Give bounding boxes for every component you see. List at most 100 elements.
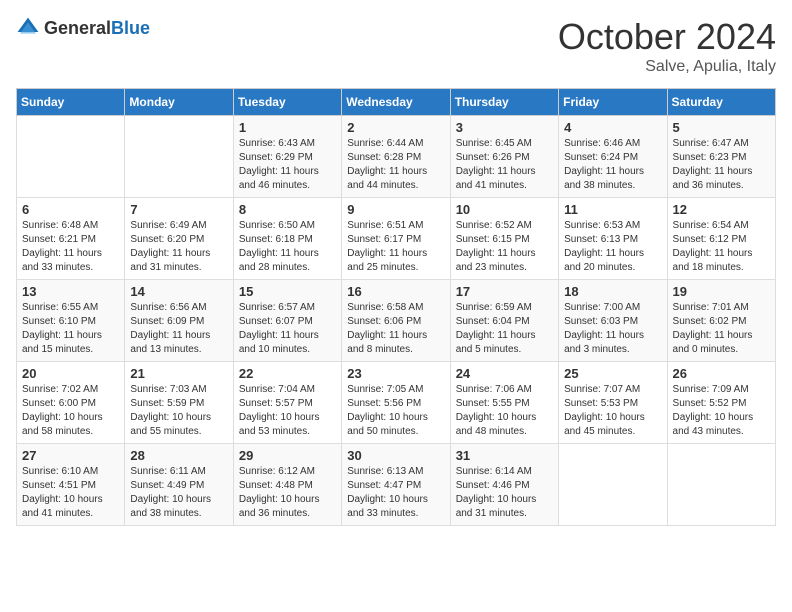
- logo-text: GeneralBlue: [44, 18, 150, 39]
- cell-content: Sunrise: 6:53 AM Sunset: 6:13 PM Dayligh…: [564, 219, 661, 275]
- cell-content: Sunrise: 6:44 AM Sunset: 6:28 PM Dayligh…: [347, 137, 444, 193]
- day-number: 9: [347, 202, 444, 217]
- day-header-sunday: Sunday: [17, 89, 125, 116]
- day-number: 3: [456, 120, 553, 135]
- title-block: October 2024 Salve, Apulia, Italy: [558, 16, 776, 76]
- calendar-cell: 12 Sunrise: 6:54 AM Sunset: 6:12 PM Dayli…: [667, 198, 775, 280]
- cell-content: Sunrise: 7:02 AM Sunset: 6:00 PM Dayligh…: [22, 383, 119, 439]
- calendar-cell: 25 Sunrise: 7:07 AM Sunset: 5:53 PM Dayli…: [559, 362, 667, 444]
- day-number: 15: [239, 284, 336, 299]
- day-header-monday: Monday: [125, 89, 233, 116]
- calendar-cell: 10 Sunrise: 6:52 AM Sunset: 6:15 PM Dayli…: [450, 198, 558, 280]
- cell-content: Sunrise: 6:56 AM Sunset: 6:09 PM Dayligh…: [130, 301, 227, 357]
- cell-content: Sunrise: 6:49 AM Sunset: 6:20 PM Dayligh…: [130, 219, 227, 275]
- cell-content: Sunrise: 7:04 AM Sunset: 5:57 PM Dayligh…: [239, 383, 336, 439]
- cell-content: Sunrise: 6:48 AM Sunset: 6:21 PM Dayligh…: [22, 219, 119, 275]
- calendar-cell: 15 Sunrise: 6:57 AM Sunset: 6:07 PM Dayli…: [233, 280, 341, 362]
- day-number: 17: [456, 284, 553, 299]
- day-number: 14: [130, 284, 227, 299]
- cell-content: Sunrise: 6:57 AM Sunset: 6:07 PM Dayligh…: [239, 301, 336, 357]
- day-number: 16: [347, 284, 444, 299]
- day-header-saturday: Saturday: [667, 89, 775, 116]
- calendar-cell: 9Sunrise: 6:51 AM Sunset: 6:17 PM Daylig…: [342, 198, 450, 280]
- logo-general: General: [44, 18, 111, 38]
- calendar-cell: [125, 116, 233, 198]
- cell-content: Sunrise: 6:11 AM Sunset: 4:49 PM Dayligh…: [130, 465, 227, 521]
- calendar-cell: [17, 116, 125, 198]
- location-title: Salve, Apulia, Italy: [558, 58, 776, 76]
- calendar-cell: 21 Sunrise: 7:03 AM Sunset: 5:59 PM Dayli…: [125, 362, 233, 444]
- cell-content: Sunrise: 7:06 AM Sunset: 5:55 PM Dayligh…: [456, 383, 553, 439]
- day-number: 19: [673, 284, 770, 299]
- calendar-week-1: 1Sunrise: 6:43 AM Sunset: 6:29 PM Daylig…: [17, 116, 776, 198]
- calendar-cell: [667, 444, 775, 526]
- day-number: 11: [564, 202, 661, 217]
- calendar-week-4: 20 Sunrise: 7:02 AM Sunset: 6:00 PM Dayli…: [17, 362, 776, 444]
- day-number: 31: [456, 448, 553, 463]
- day-number: 5: [673, 120, 770, 135]
- day-number: 24: [456, 366, 553, 381]
- day-number: 13: [22, 284, 119, 299]
- day-number: 8: [239, 202, 336, 217]
- day-number: 27: [22, 448, 119, 463]
- day-number: 7: [130, 202, 227, 217]
- cell-content: Sunrise: 7:03 AM Sunset: 5:59 PM Dayligh…: [130, 383, 227, 439]
- page-header: GeneralBlue October 2024 Salve, Apulia, …: [16, 16, 776, 76]
- cell-content: Sunrise: 6:52 AM Sunset: 6:15 PM Dayligh…: [456, 219, 553, 275]
- logo-blue: Blue: [111, 18, 150, 38]
- day-number: 28: [130, 448, 227, 463]
- calendar-cell: 8 Sunrise: 6:50 AM Sunset: 6:18 PM Daylig…: [233, 198, 341, 280]
- calendar-cell: 3Sunrise: 6:45 AM Sunset: 6:26 PM Daylig…: [450, 116, 558, 198]
- day-number: 26: [673, 366, 770, 381]
- calendar-header-row: SundayMondayTuesdayWednesdayThursdayFrid…: [17, 89, 776, 116]
- calendar-cell: 6 Sunrise: 6:48 AM Sunset: 6:21 PM Daylig…: [17, 198, 125, 280]
- calendar-cell: 14 Sunrise: 6:56 AM Sunset: 6:09 PM Dayli…: [125, 280, 233, 362]
- calendar-cell: 17 Sunrise: 6:59 AM Sunset: 6:04 PM Dayli…: [450, 280, 558, 362]
- cell-content: Sunrise: 7:05 AM Sunset: 5:56 PM Dayligh…: [347, 383, 444, 439]
- cell-content: Sunrise: 6:46 AM Sunset: 6:24 PM Dayligh…: [564, 137, 661, 193]
- logo: GeneralBlue: [16, 16, 150, 40]
- day-number: 20: [22, 366, 119, 381]
- cell-content: Sunrise: 7:07 AM Sunset: 5:53 PM Dayligh…: [564, 383, 661, 439]
- calendar-cell: 5 Sunrise: 6:47 AM Sunset: 6:23 PM Daylig…: [667, 116, 775, 198]
- calendar-cell: 22Sunrise: 7:04 AM Sunset: 5:57 PM Dayli…: [233, 362, 341, 444]
- calendar-cell: 19Sunrise: 7:01 AM Sunset: 6:02 PM Dayli…: [667, 280, 775, 362]
- day-number: 21: [130, 366, 227, 381]
- calendar-cell: 30 Sunrise: 6:13 AM Sunset: 4:47 PM Dayli…: [342, 444, 450, 526]
- day-number: 25: [564, 366, 661, 381]
- calendar-body: 1Sunrise: 6:43 AM Sunset: 6:29 PM Daylig…: [17, 116, 776, 526]
- cell-content: Sunrise: 6:47 AM Sunset: 6:23 PM Dayligh…: [673, 137, 770, 193]
- calendar-cell: 1Sunrise: 6:43 AM Sunset: 6:29 PM Daylig…: [233, 116, 341, 198]
- cell-content: Sunrise: 6:13 AM Sunset: 4:47 PM Dayligh…: [347, 465, 444, 521]
- day-number: 6: [22, 202, 119, 217]
- day-number: 23: [347, 366, 444, 381]
- cell-content: Sunrise: 6:12 AM Sunset: 4:48 PM Dayligh…: [239, 465, 336, 521]
- day-number: 18: [564, 284, 661, 299]
- cell-content: Sunrise: 6:14 AM Sunset: 4:46 PM Dayligh…: [456, 465, 553, 521]
- calendar-cell: 18 Sunrise: 7:00 AM Sunset: 6:03 PM Dayli…: [559, 280, 667, 362]
- calendar-cell: 20 Sunrise: 7:02 AM Sunset: 6:00 PM Dayli…: [17, 362, 125, 444]
- day-header-wednesday: Wednesday: [342, 89, 450, 116]
- cell-content: Sunrise: 6:55 AM Sunset: 6:10 PM Dayligh…: [22, 301, 119, 357]
- day-number: 10: [456, 202, 553, 217]
- calendar-cell: 16 Sunrise: 6:58 AM Sunset: 6:06 PM Dayli…: [342, 280, 450, 362]
- day-number: 4: [564, 120, 661, 135]
- day-number: 30: [347, 448, 444, 463]
- day-header-friday: Friday: [559, 89, 667, 116]
- calendar-cell: 7 Sunrise: 6:49 AM Sunset: 6:20 PM Daylig…: [125, 198, 233, 280]
- cell-content: Sunrise: 6:54 AM Sunset: 6:12 PM Dayligh…: [673, 219, 770, 275]
- cell-content: Sunrise: 6:59 AM Sunset: 6:04 PM Dayligh…: [456, 301, 553, 357]
- calendar-cell: 11 Sunrise: 6:53 AM Sunset: 6:13 PM Dayli…: [559, 198, 667, 280]
- cell-content: Sunrise: 6:58 AM Sunset: 6:06 PM Dayligh…: [347, 301, 444, 357]
- day-header-tuesday: Tuesday: [233, 89, 341, 116]
- day-number: 12: [673, 202, 770, 217]
- calendar-cell: 23 Sunrise: 7:05 AM Sunset: 5:56 PM Dayli…: [342, 362, 450, 444]
- calendar-cell: 27Sunrise: 6:10 AM Sunset: 4:51 PM Dayli…: [17, 444, 125, 526]
- cell-content: Sunrise: 6:50 AM Sunset: 6:18 PM Dayligh…: [239, 219, 336, 275]
- day-number: 1: [239, 120, 336, 135]
- cell-content: Sunrise: 7:09 AM Sunset: 5:52 PM Dayligh…: [673, 383, 770, 439]
- cell-content: Sunrise: 7:00 AM Sunset: 6:03 PM Dayligh…: [564, 301, 661, 357]
- calendar-cell: [559, 444, 667, 526]
- calendar-cell: 26 Sunrise: 7:09 AM Sunset: 5:52 PM Dayli…: [667, 362, 775, 444]
- calendar-week-3: 13 Sunrise: 6:55 AM Sunset: 6:10 PM Dayli…: [17, 280, 776, 362]
